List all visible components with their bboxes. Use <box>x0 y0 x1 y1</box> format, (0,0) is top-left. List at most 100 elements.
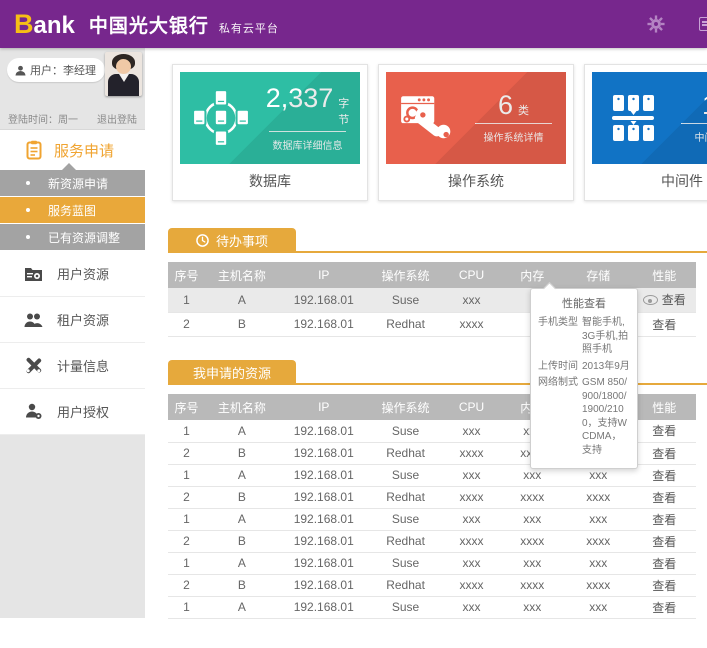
view-link[interactable]: 查看 <box>633 420 696 442</box>
view-link[interactable]: 查看 <box>633 508 696 530</box>
card-subtitle: 数据库详细信息 <box>261 137 354 152</box>
message-panel-icon[interactable] <box>699 17 707 31</box>
submenu-notch <box>62 163 76 170</box>
table-cell: 1 <box>168 420 205 442</box>
table-cell: xxx <box>443 596 501 618</box>
card-value: 2,337 <box>266 85 334 112</box>
tooltip-row: 上传时间 2013年9月 <box>538 360 630 374</box>
table-cell: 1 <box>168 552 205 574</box>
table-cell: 192.168.01 <box>279 312 369 336</box>
tab-todo-items[interactable]: 待办事项 <box>168 228 296 253</box>
column-header: 操作系统 <box>369 262 443 288</box>
table-cell: xxxx <box>564 486 633 508</box>
column-header: 性能 <box>633 262 696 288</box>
tab-applied-resources[interactable]: 我申请的资源 <box>168 360 296 385</box>
table-row: 1A192.168.01Susexxxxxxxxx查看 <box>168 508 696 530</box>
table-cell: xxx <box>564 552 633 574</box>
tenants-icon <box>24 312 43 328</box>
stat-cards: 2,337 字节 数据库详细信息 数据库 <box>172 64 707 201</box>
table-cell: A <box>205 596 279 618</box>
table-cell: A <box>205 464 279 486</box>
column-header: 序号 <box>168 394 205 420</box>
table-row: 1A192.168.01Susexxxxxxxxx查看 <box>168 596 696 618</box>
card-subtitle: 中间件详情 <box>673 129 707 144</box>
sidebar-item-tenant-resources[interactable]: 租户资源 <box>0 297 145 343</box>
sidebar-item-user-authorization[interactable]: 用户授权 <box>0 389 145 435</box>
card-title: 数据库 <box>180 164 360 193</box>
logout-link[interactable]: 退出登陆 <box>97 111 137 126</box>
view-link[interactable]: 查看 <box>633 442 696 464</box>
gear-icon[interactable] <box>647 15 665 33</box>
table-cell: 192.168.01 <box>279 442 369 464</box>
view-link[interactable]: 查看 <box>633 530 696 552</box>
table-cell: xxxx <box>443 442 501 464</box>
table-cell: xxx <box>443 464 501 486</box>
section-divider <box>168 251 707 253</box>
view-link[interactable]: 查看 <box>633 486 696 508</box>
column-header: 性能 <box>633 394 696 420</box>
main-content: 2,337 字节 数据库详细信息 数据库 <box>145 48 707 648</box>
column-header: 主机名称 <box>205 262 279 288</box>
folder-resource-icon <box>24 266 43 282</box>
sidebar-item-adjust-resource[interactable]: 已有资源调整 <box>0 224 145 250</box>
view-link[interactable]: 查看 <box>633 464 696 486</box>
table-cell: xxx <box>501 508 564 530</box>
card-os[interactable]: 6 类 操作系统详情 操作系统 <box>378 64 574 201</box>
sidebar-item-service-blueprint[interactable]: 服务蓝图 <box>0 197 145 223</box>
table-cell: 2 <box>168 312 205 336</box>
bullet-icon <box>26 208 30 212</box>
tooltip-row: 网络制式 GSM 850/900/1800/1900/2100，支持WCDMA，… <box>538 376 630 457</box>
column-header: CPU <box>443 262 501 288</box>
view-link[interactable]: 查看 <box>633 552 696 574</box>
table-cell: 192.168.01 <box>279 288 369 312</box>
table-cell: xxx <box>564 596 633 618</box>
table-cell: 1 <box>168 596 205 618</box>
performance-tooltip: 性能查看 手机类型 智能手机,3G手机,拍照手机 上传时间 2013年9月 网络… <box>530 288 638 469</box>
bank-logo: Bank <box>14 9 75 40</box>
card-value: 12 <box>702 92 707 119</box>
view-link[interactable]: 查看 <box>633 288 696 312</box>
table-cell: xxx <box>564 508 633 530</box>
card-title: 操作系统 <box>386 164 566 193</box>
sidebar: 用户：李经理 登陆时间：周一 退出登陆 服务申请 新资源申请 服 <box>0 48 145 618</box>
table-cell: Redhat <box>369 312 443 336</box>
table-cell: 192.168.01 <box>279 574 369 596</box>
service-submenu: 新资源申请 服务蓝图 已有资源调整 <box>0 170 145 250</box>
table-cell: B <box>205 486 279 508</box>
table-cell: Suse <box>369 288 443 312</box>
sidebar-item-new-resource[interactable]: 新资源申请 <box>0 170 145 196</box>
table-cell: 2 <box>168 442 205 464</box>
table-row: 2B192.168.01Redhatxxxxxxxxxxxx查看 <box>168 530 696 552</box>
card-middleware[interactable]: 12 中间件详情 中间件 <box>584 64 707 201</box>
table-cell: xxxx <box>443 574 501 596</box>
bullet-icon <box>26 181 30 185</box>
column-header: 内存 <box>501 262 564 288</box>
card-database[interactable]: 2,337 字节 数据库详细信息 数据库 <box>172 64 368 201</box>
view-link[interactable]: 查看 <box>633 596 696 618</box>
table-cell: 192.168.01 <box>279 508 369 530</box>
table-cell: 192.168.01 <box>279 464 369 486</box>
table-cell: Suse <box>369 508 443 530</box>
table-cell: 1 <box>168 464 205 486</box>
table-cell: 192.168.01 <box>279 530 369 552</box>
card-value: 6 <box>498 92 513 119</box>
table-cell: 192.168.01 <box>279 552 369 574</box>
sidebar-item-metering-info[interactable]: 计量信息 <box>0 343 145 389</box>
table-cell: A <box>205 508 279 530</box>
view-link[interactable]: 查看 <box>633 312 696 336</box>
view-link[interactable]: 查看 <box>633 574 696 596</box>
table-cell: xxxx <box>443 486 501 508</box>
card-title: 中间件 <box>592 164 707 193</box>
column-header: 操作系统 <box>369 394 443 420</box>
column-header: IP <box>279 394 369 420</box>
table-cell: B <box>205 574 279 596</box>
table-cell: B <box>205 530 279 552</box>
table-cell: xxxx <box>443 312 501 336</box>
middleware-icon <box>605 90 661 146</box>
user-authorization-icon <box>24 403 43 420</box>
bullet-icon <box>26 235 30 239</box>
sidebar-item-user-resources[interactable]: 用户资源 <box>0 251 145 297</box>
table-cell: Suse <box>369 464 443 486</box>
table-cell: Redhat <box>369 442 443 464</box>
table-cell: 2 <box>168 486 205 508</box>
